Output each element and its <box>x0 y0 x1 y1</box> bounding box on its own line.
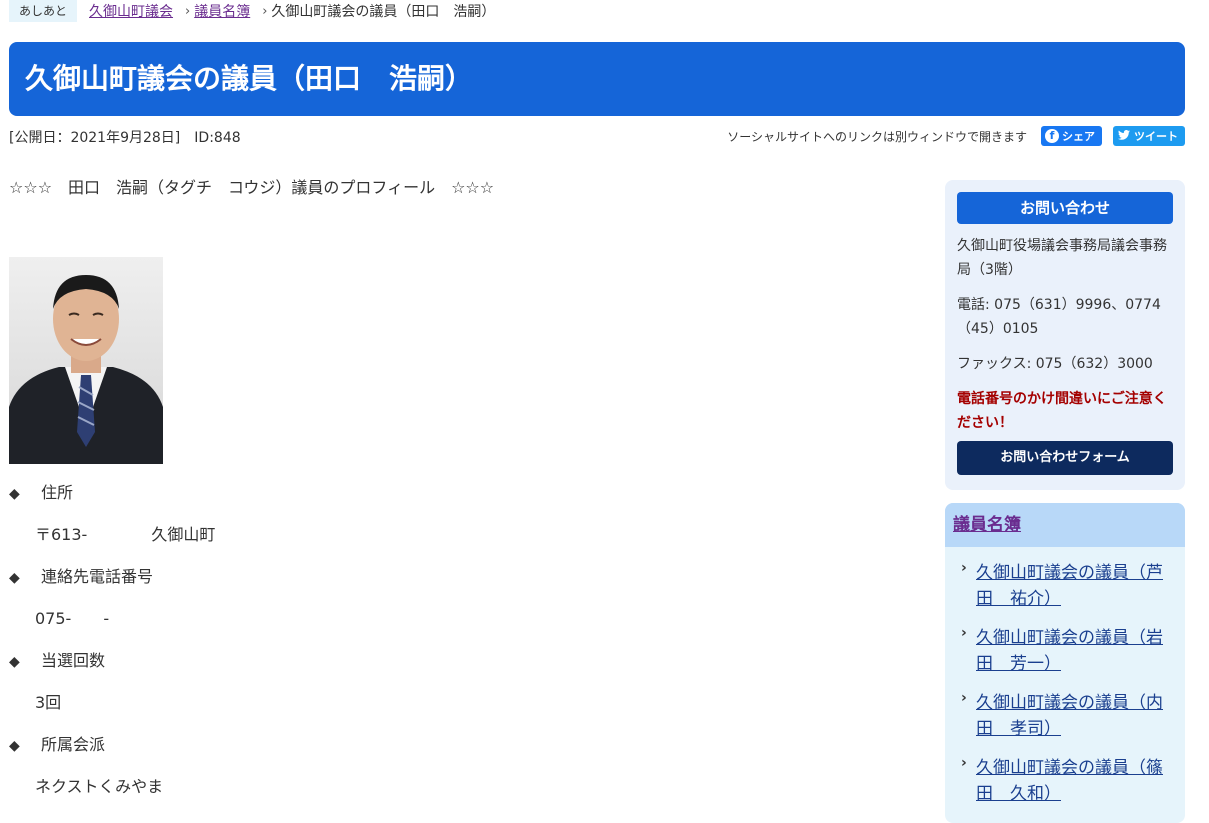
share-label: シェア <box>1062 130 1095 143</box>
profile-info: ◆ 住所 〒613- 久御山町 ◆ 連絡先電話番号 075- - ◆ 当選回数 3回 … <box>9 481 609 817</box>
chevron-right-icon: › <box>961 755 967 771</box>
twitter-bird-icon <box>1117 129 1131 143</box>
breadcrumb-link-gikai[interactable]: 久御山町議会 <box>89 1 173 21</box>
member-photo <box>9 257 163 464</box>
list-item: › 久御山町議会の議員（岩田 芳一） <box>945 623 1185 688</box>
list-item: › 久御山町議会の議員（内田 孝司） <box>945 688 1185 753</box>
contact-body: 久御山町役場議会事務局議会事務局（3階） 電話: 075（631）9996、07… <box>957 234 1173 446</box>
profile-value: 3回 <box>35 693 62 712</box>
diamond-bullet-icon: ◆ <box>9 654 20 670</box>
member-list: › 久御山町議会の議員（芦田 祐介） › 久御山町議会の議員（岩田 芳一） › … <box>945 558 1185 818</box>
profile-item-faction: ◆ 所属会派 ネクストくみやま <box>9 733 609 817</box>
member-list-heading[interactable]: 議員名簿 <box>953 515 1021 535</box>
contact-heading: お問い合わせ <box>957 192 1173 224</box>
contact-fax: ファックス: 075（632）3000 <box>957 356 1153 372</box>
list-item: › 久御山町議会の議員（芦田 祐介） <box>945 558 1185 623</box>
tweet-label: ツイート <box>1134 130 1178 143</box>
profile-value: 075- - <box>35 609 110 628</box>
chevron-right-icon: › <box>262 3 268 19</box>
breadcrumb: あしあと 久御山町議会 › 議員名簿 › 久御山町議会の議員（田口 浩嗣） <box>9 0 495 22</box>
contact-warning: 電話番号のかけ間違いにご注意ください！ <box>957 391 1167 431</box>
member-list-box: 議員名簿 › 久御山町議会の議員（芦田 祐介） › 久御山町議会の議員（岩田 芳… <box>945 503 1185 823</box>
social-note: ソーシャルサイトへのリンクは別ウィンドウで開きます <box>727 129 1027 144</box>
member-link[interactable]: 久御山町議会の議員（内田 孝司） <box>976 690 1166 742</box>
tweet-button[interactable]: ツイート <box>1113 126 1185 146</box>
profile-label: 住所 <box>41 483 74 502</box>
diamond-bullet-icon: ◆ <box>9 570 20 586</box>
chevron-right-icon: › <box>185 3 191 19</box>
page-title: 久御山町議会の議員（田口 浩嗣） <box>25 62 474 95</box>
chevron-right-icon: › <box>961 625 967 641</box>
contact-office: 久御山町役場議会事務局議会事務局（3階） <box>957 238 1167 278</box>
chevron-right-icon: › <box>961 560 967 576</box>
member-link[interactable]: 久御山町議会の議員（芦田 祐介） <box>976 560 1166 612</box>
contact-phone: 電話: 075（631）9996、0774（45）0105 <box>957 297 1161 337</box>
profile-value: 〒613- 久御山町 <box>35 525 216 544</box>
breadcrumb-tag: あしあと <box>9 0 78 22</box>
profile-value: ネクストくみやま <box>35 777 164 796</box>
facebook-icon: f <box>1045 129 1059 143</box>
profile-item-address: ◆ 住所 〒613- 久御山町 <box>9 481 609 565</box>
diamond-bullet-icon: ◆ <box>9 738 20 754</box>
profile-label: 当選回数 <box>41 651 106 670</box>
profile-item-phone: ◆ 連絡先電話番号 075- - <box>9 565 609 649</box>
breadcrumb-link-meibo[interactable]: 議員名簿 <box>194 1 250 21</box>
profile-heading: ☆☆☆ 田口 浩嗣（タグチ コウジ）議員のプロフィール ☆☆☆ <box>9 178 495 197</box>
profile-label: 所属会派 <box>41 735 106 754</box>
member-list-heading-wrap: 議員名簿 <box>945 503 1185 547</box>
breadcrumb-current: 久御山町議会の議員（田口 浩嗣） <box>271 4 496 20</box>
contact-form-button[interactable]: お問い合わせフォーム <box>957 441 1173 475</box>
page-id: ID:848 <box>194 130 241 146</box>
profile-item-terms: ◆ 当選回数 3回 <box>9 649 609 733</box>
member-link[interactable]: 久御山町議会の議員（岩田 芳一） <box>976 625 1166 677</box>
page-title-bar: 久御山町議会の議員（田口 浩嗣） <box>9 42 1185 116</box>
published-date: [公開日：2021年9月28日] <box>9 130 181 146</box>
profile-label: 連絡先電話番号 <box>41 567 154 586</box>
member-link[interactable]: 久御山町議会の議員（篠田 久和） <box>976 755 1166 807</box>
contact-box: お問い合わせ 久御山町役場議会事務局議会事務局（3階） 電話: 075（631）… <box>945 180 1185 490</box>
chevron-right-icon: › <box>961 690 967 706</box>
social-links: ソーシャルサイトへのリンクは別ウィンドウで開きます f シェア ツイート <box>727 126 1185 146</box>
list-item: › 久御山町議会の議員（篠田 久和） <box>945 753 1185 818</box>
diamond-bullet-icon: ◆ <box>9 486 20 502</box>
facebook-share-button[interactable]: f シェア <box>1041 126 1102 146</box>
page-meta: [公開日：2021年9月28日] ID:848 <box>9 127 241 147</box>
